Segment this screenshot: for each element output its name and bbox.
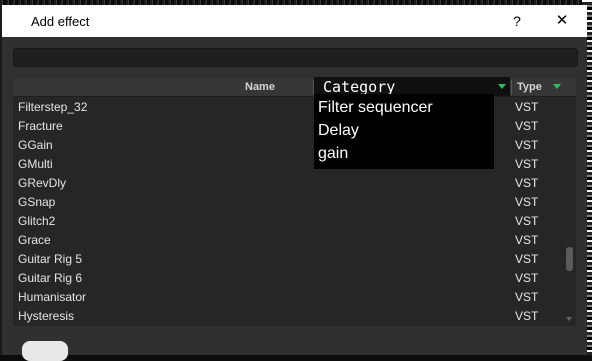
row-type: VST [515,271,539,285]
column-header-type[interactable]: Type [517,81,542,93]
scroll-down-icon[interactable] [566,317,572,321]
row-name: Guitar Rig 6 [18,271,83,285]
vertical-scrollbar[interactable] [563,97,576,326]
table-row[interactable]: Hysteresis VST [13,306,563,325]
search-input[interactable] [13,48,578,67]
app-icon [10,13,24,27]
table-row[interactable]: Grace VST [13,230,563,249]
row-name: GMulti [18,157,53,171]
row-name: Fracture [18,119,63,133]
row-type: VST [515,214,539,228]
scrollbar-thumb[interactable] [566,247,573,271]
bottom-button[interactable] [22,341,68,361]
dialog-title: Add effect [31,14,90,29]
row-name: GRevDly [18,176,67,190]
row-name: GGain [18,138,53,152]
sort-arrow-icon [553,84,561,89]
row-name: GSnap [18,195,56,209]
row-type: VST [515,138,539,152]
row-name: Hysteresis [18,309,75,323]
add-effect-dialog: Add effect ? ✕ Name Category Type Filter… [2,5,587,355]
row-name: Guitar Rig 5 [18,252,83,266]
category-value: Delay [318,122,359,139]
table-row[interactable]: GRevDly VST [13,173,563,192]
table-row[interactable]: Humanisator VST [13,287,563,306]
row-name: Grace [18,233,51,247]
title-bar[interactable]: Add effect ? ✕ [2,5,587,37]
row-type: VST [515,252,539,266]
column-divider[interactable] [511,80,512,95]
help-button[interactable]: ? [507,11,527,31]
row-name: Filterstep_32 [18,100,88,114]
table-row[interactable]: Guitar Rig 6 VST [13,268,563,287]
category-value: gain [318,145,349,162]
close-button[interactable]: ✕ [552,11,572,31]
row-name: Humanisator [18,290,87,304]
table-row[interactable]: Glitch2 VST [13,211,563,230]
sort-arrow-icon [498,84,506,89]
row-type: VST [515,176,539,190]
effects-table: Name Category Type Filterstep_32 VST Frac… [13,77,576,326]
table-row[interactable]: Guitar Rig 5 VST [13,249,563,268]
row-type: VST [515,309,539,323]
row-type: VST [515,290,539,304]
row-type: VST [515,195,539,209]
row-name: Glitch2 [18,214,56,228]
row-type: VST [515,119,539,133]
column-header-name[interactable]: Name [245,81,275,93]
table-row[interactable]: GSnap VST [13,192,563,211]
row-type: VST [515,100,539,114]
category-value: Filter sequencer [318,99,433,116]
row-type: VST [515,233,539,247]
row-type: VST [515,157,539,171]
category-column-values: Filter sequencer Delay gain [314,94,494,169]
